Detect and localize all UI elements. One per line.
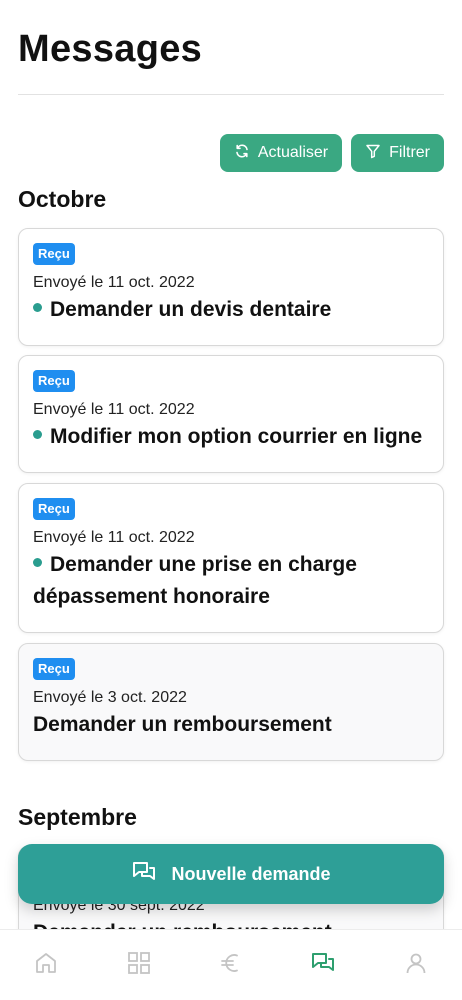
message-subject-text: Demander un devis dentaire bbox=[50, 298, 332, 321]
status-badge: Reçu bbox=[33, 658, 75, 680]
message-subject-text: Demander un remboursement bbox=[33, 713, 332, 736]
nav-reimbursements[interactable] bbox=[211, 945, 251, 985]
filter-label: Filtrer bbox=[389, 144, 430, 161]
nav-messages[interactable] bbox=[303, 945, 343, 985]
refresh-button[interactable]: Actualiser bbox=[219, 134, 343, 172]
month-heading-september: Septembre bbox=[18, 804, 137, 830]
message-card[interactable]: Reçu Envoyé le 3 oct. 2022 Demander un r… bbox=[18, 643, 444, 761]
status-badge: Reçu bbox=[33, 243, 75, 265]
profile-icon bbox=[403, 950, 429, 981]
message-card[interactable]: Reçu Envoyé le 11 oct. 2022 Demander un … bbox=[18, 228, 444, 346]
status-badge: Reçu bbox=[33, 370, 75, 392]
bottom-navigation bbox=[0, 929, 462, 1000]
message-subject-text: Demander une prise en charge dépassement… bbox=[33, 553, 357, 608]
message-subject: Demander une prise en charge dépassement… bbox=[33, 549, 429, 613]
status-badge: Reçu bbox=[33, 498, 75, 520]
message-date: Envoyé le 11 oct. 2022 bbox=[33, 274, 195, 291]
euro-icon bbox=[218, 950, 244, 981]
message-subject: Modifier mon option courrier en ligne bbox=[33, 421, 429, 453]
month-heading-october: Octobre bbox=[18, 186, 107, 212]
refresh-label: Actualiser bbox=[257, 144, 329, 161]
grid-icon bbox=[126, 950, 152, 981]
title-divider bbox=[18, 94, 444, 95]
message-date: Envoyé le 11 oct. 2022 bbox=[33, 529, 195, 546]
message-subject: Demander un remboursement bbox=[33, 709, 429, 741]
unread-dot bbox=[33, 429, 42, 439]
nav-profile[interactable] bbox=[396, 945, 436, 985]
filter-icon bbox=[365, 143, 381, 164]
message-subject-text: Modifier mon option courrier en ligne bbox=[50, 425, 423, 448]
page-title: Messages bbox=[18, 28, 203, 70]
messages-icon bbox=[310, 950, 336, 981]
nav-home[interactable] bbox=[26, 945, 66, 985]
filter-button[interactable]: Filtrer bbox=[351, 134, 444, 172]
message-card[interactable]: Reçu Envoyé le 11 oct. 2022 Modifier mon… bbox=[18, 355, 444, 473]
message-card[interactable]: Reçu Envoyé le 11 oct. 2022 Demander une… bbox=[18, 483, 444, 633]
refresh-icon bbox=[234, 143, 250, 164]
action-bar: Actualiser Filtrer bbox=[219, 134, 444, 172]
message-date: Envoyé le 11 oct. 2022 bbox=[33, 401, 195, 418]
message-subject: Demander un devis dentaire bbox=[33, 294, 429, 326]
chat-icon bbox=[131, 859, 157, 890]
new-request-label: Nouvelle demande bbox=[171, 863, 331, 884]
home-icon bbox=[33, 950, 59, 981]
message-date: Envoyé le 3 oct. 2022 bbox=[33, 689, 187, 706]
new-request-button[interactable]: Nouvelle demande bbox=[18, 844, 444, 904]
nav-services[interactable] bbox=[119, 945, 159, 985]
unread-dot bbox=[33, 302, 42, 312]
unread-dot bbox=[33, 557, 42, 567]
